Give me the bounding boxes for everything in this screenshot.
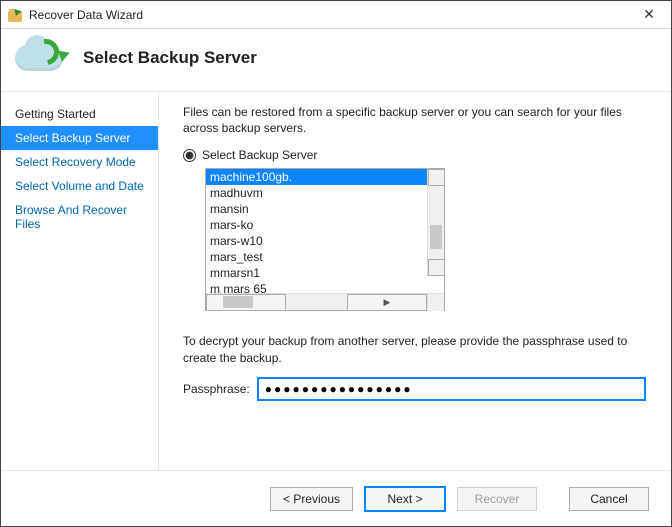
sidebar-item-select-backup-server[interactable]: Select Backup Server bbox=[1, 126, 158, 150]
previous-button[interactable]: < Previous bbox=[270, 487, 353, 511]
scroll-corner bbox=[427, 294, 444, 311]
cloud-restore-icon bbox=[15, 39, 69, 77]
passphrase-input[interactable] bbox=[258, 378, 645, 400]
recover-button: Recover bbox=[457, 487, 537, 511]
page-title: Select Backup Server bbox=[83, 48, 257, 68]
title-bar: Recover Data Wizard ✕ bbox=[1, 1, 671, 29]
wizard-steps-sidebar: Getting Started Select Backup Server Sel… bbox=[1, 92, 159, 470]
vertical-scrollbar[interactable]: ▲ ▼ bbox=[427, 169, 444, 276]
sidebar-item-select-volume-date[interactable]: Select Volume and Date bbox=[1, 174, 158, 198]
list-item[interactable]: mars-w10 bbox=[206, 233, 427, 249]
wizard-main: Files can be restored from a specific ba… bbox=[159, 92, 671, 470]
close-icon: ✕ bbox=[643, 6, 655, 23]
close-button[interactable]: ✕ bbox=[627, 1, 671, 29]
cancel-button[interactable]: Cancel bbox=[569, 487, 649, 511]
list-item[interactable]: mmarsn1 bbox=[206, 265, 427, 281]
decrypt-instruction: To decrypt your backup from another serv… bbox=[183, 333, 645, 365]
wizard-body: Getting Started Select Backup Server Sel… bbox=[1, 91, 671, 470]
vscroll-thumb[interactable] bbox=[430, 225, 442, 249]
scroll-up-icon[interactable]: ▲ bbox=[428, 169, 444, 186]
select-backup-server-radio[interactable] bbox=[183, 149, 196, 162]
sidebar-item-getting-started[interactable]: Getting Started bbox=[1, 102, 158, 126]
wizard-header: Select Backup Server bbox=[1, 29, 671, 91]
passphrase-label: Passphrase: bbox=[183, 382, 250, 396]
horizontal-scrollbar[interactable]: ◀ ▶ bbox=[206, 293, 444, 310]
scroll-right-icon[interactable]: ▶ bbox=[347, 294, 427, 311]
intro-text: Files can be restored from a specific ba… bbox=[183, 104, 645, 136]
select-backup-server-radio-label: Select Backup Server bbox=[202, 148, 317, 162]
app-icon bbox=[7, 7, 23, 23]
hscroll-thumb[interactable] bbox=[223, 296, 253, 308]
backup-server-listbox: machine100gb. madhuvm mansin mars-ko mar… bbox=[205, 168, 445, 311]
list-item[interactable]: madhuvm bbox=[206, 185, 427, 201]
sidebar-item-browse-recover[interactable]: Browse And Recover Files bbox=[1, 198, 158, 236]
list-item[interactable]: mars_test bbox=[206, 249, 427, 265]
list-item[interactable]: mansin bbox=[206, 201, 427, 217]
list-item[interactable]: m mars 65 bbox=[206, 281, 427, 293]
list-item[interactable]: mars-ko bbox=[206, 217, 427, 233]
list-item[interactable]: machine100gb. bbox=[206, 169, 427, 185]
wizard-footer: < Previous Next > Recover Cancel bbox=[1, 470, 671, 526]
backup-server-list[interactable]: machine100gb. madhuvm mansin mars-ko mar… bbox=[206, 169, 444, 293]
sidebar-item-select-recovery-mode[interactable]: Select Recovery Mode bbox=[1, 150, 158, 174]
select-backup-server-radio-row: Select Backup Server bbox=[183, 148, 645, 162]
window-title: Recover Data Wizard bbox=[29, 8, 143, 22]
scroll-down-icon[interactable]: ▼ bbox=[428, 259, 444, 276]
passphrase-row: Passphrase: bbox=[183, 378, 645, 400]
next-button[interactable]: Next > bbox=[365, 487, 445, 511]
